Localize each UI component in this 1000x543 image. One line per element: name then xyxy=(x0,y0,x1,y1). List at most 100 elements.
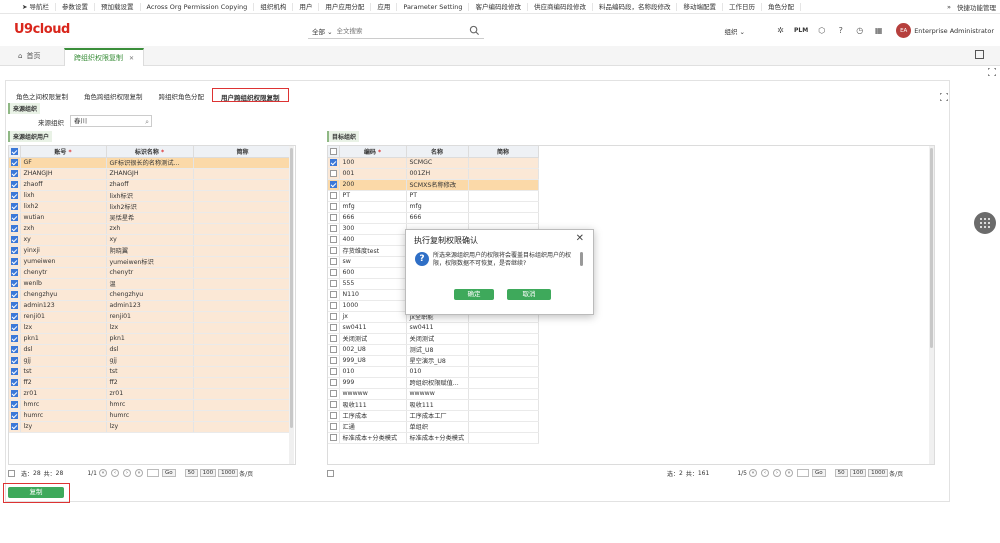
row-checkbox[interactable] xyxy=(328,377,340,389)
search-scope-select[interactable]: 全部 ⌄ xyxy=(308,26,337,36)
row-checkbox[interactable] xyxy=(9,410,21,422)
row-checkbox[interactable] xyxy=(328,399,340,411)
select-all-checkbox[interactable] xyxy=(9,146,21,158)
copy-button[interactable]: 复制 xyxy=(8,487,64,498)
nav-toggle[interactable]: ➤ 导航栏 xyxy=(0,2,57,11)
row-checkbox[interactable] xyxy=(9,388,21,400)
table-row[interactable]: 001 001ZH xyxy=(328,168,539,180)
table-row[interactable]: ZHANGJH ZHANGJH xyxy=(9,168,293,180)
more-icon[interactable]: » xyxy=(947,3,951,11)
nav-item-mobile-config[interactable]: 移动端配置 xyxy=(677,2,723,11)
select-all-checkbox[interactable] xyxy=(328,146,340,158)
nav-item-customer-code[interactable]: 客户编码段修改 xyxy=(469,2,528,11)
fullscreen-icon[interactable] xyxy=(988,68,996,76)
subtab-user-cross-org[interactable]: 用户跨组织权限复制 xyxy=(212,88,289,102)
tab-cross-org-copy[interactable]: 跨组织权限复制 ✕ xyxy=(64,48,144,66)
row-checkbox[interactable] xyxy=(9,157,21,169)
dialog-close-icon[interactable]: ✕ xyxy=(576,233,584,244)
row-checkbox[interactable] xyxy=(328,410,340,422)
last-page-icon[interactable]: » xyxy=(784,469,793,477)
row-checkbox[interactable] xyxy=(328,421,340,433)
table-row[interactable]: 吸收111 吸收111 xyxy=(328,399,539,411)
confirm-ok-button[interactable]: 确定 xyxy=(454,289,494,300)
first-page-icon[interactable]: « xyxy=(98,469,107,477)
table-row[interactable]: wutian 吴恬星希 xyxy=(9,212,293,224)
row-checkbox[interactable] xyxy=(328,212,340,224)
next-page-icon[interactable]: › xyxy=(772,469,781,477)
left-grid-scrollbar[interactable] xyxy=(289,146,294,464)
confirm-cancel-button[interactable]: 取消 xyxy=(507,289,551,300)
maximize-icon[interactable] xyxy=(975,50,984,59)
table-row[interactable]: lzx lzx xyxy=(9,322,293,334)
nav-item-parameter-setting[interactable]: Parameter Setting xyxy=(397,2,470,11)
row-checkbox[interactable] xyxy=(328,388,340,400)
table-row[interactable]: 工序成本 工序成本工厂 xyxy=(328,410,539,422)
row-checkbox[interactable] xyxy=(9,267,21,279)
nav-item-org[interactable]: 组织机构 xyxy=(254,2,294,11)
row-checkbox[interactable] xyxy=(328,278,340,290)
row-checkbox[interactable] xyxy=(328,432,340,444)
calendar-icon[interactable]: ▦ xyxy=(873,25,884,36)
prev-page-icon[interactable]: ‹ xyxy=(110,469,119,477)
table-row[interactable]: renji01 renji01 xyxy=(9,311,293,323)
row-checkbox[interactable] xyxy=(9,168,21,180)
subtab-cross-org-role-assign[interactable]: 跨组织角色分配 xyxy=(151,88,213,102)
table-row[interactable]: chengzhyu chengzhyu xyxy=(9,289,293,301)
row-checkbox[interactable] xyxy=(9,333,21,345)
row-checkbox[interactable] xyxy=(9,355,21,367)
row-checkbox[interactable] xyxy=(328,256,340,268)
row-checkbox[interactable] xyxy=(328,234,340,246)
last-page-icon[interactable]: » xyxy=(134,469,143,477)
nav-item-param-settings[interactable]: 参数设置 xyxy=(56,2,96,11)
nav-item-user-app[interactable]: 用户应用分配 xyxy=(319,2,372,11)
row-checkbox[interactable] xyxy=(328,267,340,279)
cube-icon[interactable]: ⬡ xyxy=(816,25,827,36)
pager-select-checkbox[interactable] xyxy=(8,469,15,477)
table-row[interactable]: lixh lixh标识 xyxy=(9,190,293,202)
quick-manage-link[interactable]: 快捷功能管理 xyxy=(957,2,996,12)
page-size-100[interactable]: 100 xyxy=(199,469,217,477)
nav-item-preload-settings[interactable]: 预加载设置 xyxy=(95,2,141,11)
row-checkbox[interactable] xyxy=(328,190,340,202)
table-row[interactable]: 999 跨组织权限赋值... xyxy=(328,377,539,389)
go-button[interactable]: Go xyxy=(811,469,826,477)
page-size-1000[interactable]: 1000 xyxy=(868,469,889,477)
floating-menu-button[interactable] xyxy=(974,212,996,234)
table-row[interactable]: 汇通 单组织 xyxy=(328,421,539,433)
tab-home[interactable]: ⌂ 首页 xyxy=(18,51,40,61)
table-row[interactable]: dsl dsl xyxy=(9,344,293,356)
table-row[interactable]: zhaoff zhaoff xyxy=(9,179,293,191)
row-checkbox[interactable] xyxy=(328,366,340,378)
source-org-input[interactable]: 春川 ⌕ xyxy=(70,115,152,127)
table-row[interactable]: PT PT xyxy=(328,190,539,202)
table-row[interactable]: 002_U8 测试_U8 xyxy=(328,344,539,356)
table-row[interactable]: lzy lzy xyxy=(9,421,293,433)
row-checkbox[interactable] xyxy=(9,201,21,213)
pager-select-checkbox[interactable] xyxy=(327,469,334,477)
page-jump-input[interactable] xyxy=(146,469,159,477)
row-checkbox[interactable] xyxy=(328,333,340,345)
table-row[interactable]: xy xy xyxy=(9,234,293,246)
row-checkbox[interactable] xyxy=(9,399,21,411)
nav-item-supplier-code[interactable]: 供应商编码段修改 xyxy=(528,2,593,11)
row-checkbox[interactable] xyxy=(328,311,340,323)
table-row[interactable]: 200 SCMXS名称修改 xyxy=(328,179,539,191)
page-size-100[interactable]: 100 xyxy=(849,469,867,477)
row-checkbox[interactable] xyxy=(9,366,21,378)
row-checkbox[interactable] xyxy=(9,179,21,191)
row-checkbox[interactable] xyxy=(328,223,340,235)
table-row[interactable]: zr01 zr01 xyxy=(9,388,293,400)
table-row[interactable]: hmrc hmrc xyxy=(9,399,293,411)
help-icon[interactable]: ? xyxy=(835,25,846,36)
first-page-icon[interactable]: « xyxy=(748,469,757,477)
row-checkbox[interactable] xyxy=(328,355,340,367)
table-row[interactable]: wwwww wwwww xyxy=(328,388,539,400)
table-row[interactable]: wenlb 温 xyxy=(9,278,293,290)
row-checkbox[interactable] xyxy=(9,256,21,268)
close-icon[interactable]: ✕ xyxy=(129,55,134,62)
clock-icon[interactable]: ◷ xyxy=(854,25,865,36)
page-size-1000[interactable]: 1000 xyxy=(218,469,239,477)
nav-item-across-org-copy[interactable]: Across Org Permission Copying xyxy=(141,2,255,11)
nav-item-app[interactable]: 应用 xyxy=(371,2,398,11)
page-jump-input[interactable] xyxy=(796,469,809,477)
